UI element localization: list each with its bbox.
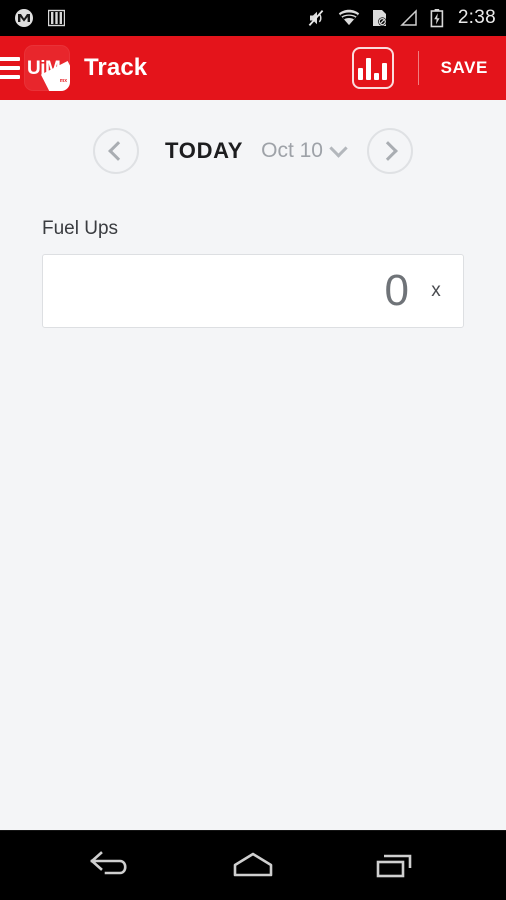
hamburger-menu-icon[interactable] [0, 57, 22, 79]
chevron-down-icon[interactable] [329, 138, 348, 158]
chevron-right-icon [378, 141, 398, 161]
chevron-left-icon [108, 141, 128, 161]
selected-date[interactable]: Oct 10 [261, 139, 323, 163]
status-bar: 2:38 [0, 0, 506, 36]
next-day-button[interactable] [366, 128, 413, 174]
save-button[interactable]: SAVE [441, 58, 488, 78]
main-content: TODAY Oct 10 Fuel Ups 0 x [0, 100, 506, 830]
fuel-ups-value[interactable]: 0 [385, 269, 409, 313]
clear-field-button[interactable]: x [409, 280, 463, 302]
status-bar-right-icons: 2:38 [307, 7, 496, 29]
back-arrow-icon [90, 850, 127, 874]
sd-card-disabled-icon [372, 10, 387, 26]
app-logo: UiM mx [24, 45, 70, 91]
previous-day-button[interactable] [93, 128, 140, 174]
mute-icon [308, 10, 324, 26]
back-button[interactable] [76, 841, 146, 891]
chart-bar [358, 68, 364, 80]
android-navigation-bar [0, 830, 506, 900]
bar-chart-icon[interactable] [351, 47, 394, 89]
hamburger-line [0, 75, 20, 79]
battery-charging-icon [430, 9, 444, 28]
hamburger-line [0, 66, 20, 70]
sim-bars-icon [48, 9, 65, 27]
signal-triangle-icon [400, 9, 417, 26]
status-bar-left-icons [14, 8, 65, 28]
app-title: Track [84, 54, 148, 81]
fuel-ups-label: Fuel Ups [42, 218, 119, 239]
recent-apps-icon [376, 854, 412, 877]
wifi-icon [338, 9, 360, 25]
logo-text: UiM [27, 58, 61, 79]
home-icon [233, 852, 273, 876]
hamburger-line [0, 57, 20, 61]
logo-subtext: mx [59, 78, 67, 84]
motorola-icon [15, 9, 33, 27]
today-label: TODAY [165, 138, 244, 163]
home-button[interactable] [218, 841, 288, 891]
chart-bar [382, 63, 388, 80]
fuel-ups-input-card[interactable]: 0 x [42, 254, 464, 328]
date-navigation: TODAY Oct 10 [0, 128, 506, 174]
app-bar-divider [417, 51, 419, 85]
chart-bar [374, 73, 380, 80]
app-bar: UiM mx Track SAVE [0, 36, 506, 100]
chart-bar [366, 58, 372, 80]
recent-apps-button[interactable] [360, 841, 430, 891]
app-bar-actions: SAVE [351, 36, 506, 100]
status-bar-clock: 2:38 [457, 7, 496, 28]
